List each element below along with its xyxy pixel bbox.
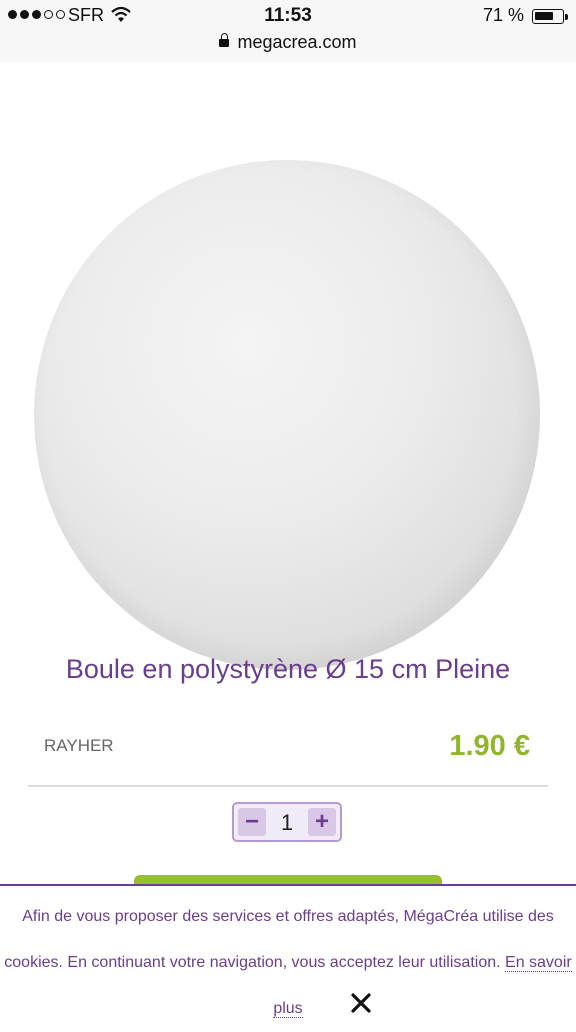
close-icon[interactable] — [350, 992, 372, 1014]
product-brand[interactable]: RAYHER — [44, 736, 114, 756]
battery-icon — [532, 9, 564, 24]
quantity-input[interactable]: 1 — [270, 810, 304, 836]
product-title: Boule en polystyrène Ø 15 cm Pleine — [65, 654, 511, 684]
decrease-quantity-button[interactable]: − — [238, 808, 266, 836]
polystyrene-ball-image — [34, 160, 540, 670]
product-image[interactable] — [0, 62, 576, 670]
cookie-message: Afin de vous proposer des services et of… — [4, 894, 572, 1032]
url-text: megacrea.com — [237, 32, 357, 52]
lock-icon — [219, 33, 230, 47]
browser-header: SFR 11:53 71 % megacrea.com — [0, 0, 576, 63]
cookie-banner: Afin de vous proposer des services et of… — [0, 884, 576, 1026]
increase-quantity-button[interactable]: + — [308, 808, 336, 836]
product-price: 1.90 € — [449, 730, 530, 762]
quantity-stepper: − 1 + — [232, 802, 342, 842]
status-bar: SFR 11:53 71 % — [0, 0, 576, 32]
cookie-text: Afin de vous proposer des services et of… — [4, 908, 554, 971]
divider — [28, 785, 548, 787]
address-bar[interactable]: megacrea.com — [0, 32, 576, 53]
battery-percent: 71 % — [482, 5, 524, 25]
